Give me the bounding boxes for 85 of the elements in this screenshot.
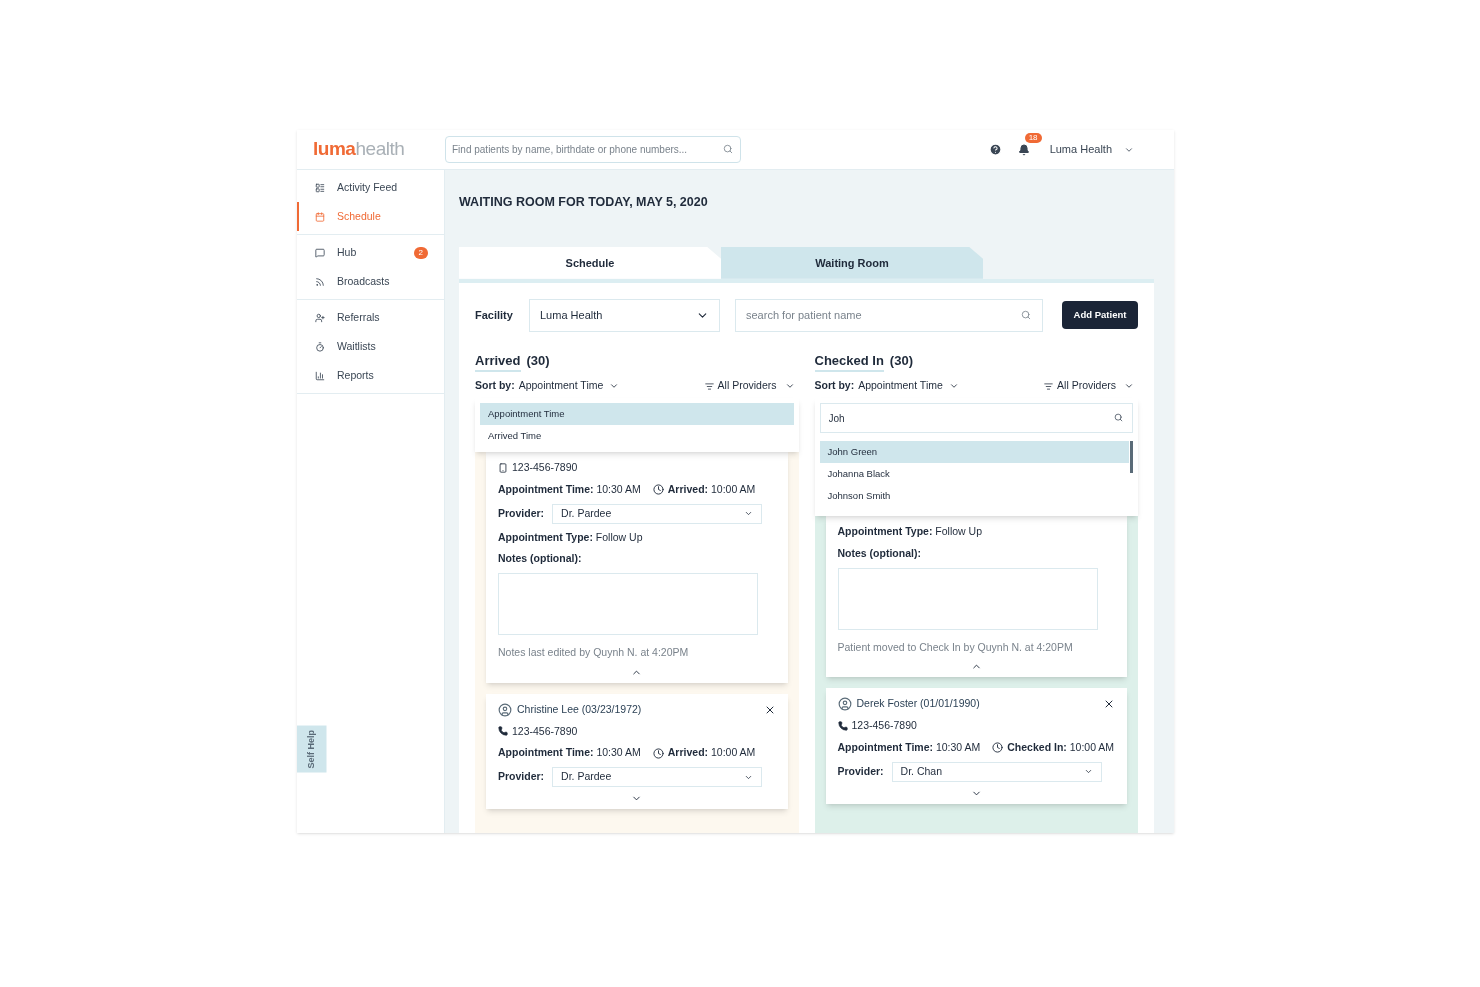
phone-icon xyxy=(498,726,508,737)
phone-number: 123-456-7890 xyxy=(851,718,917,733)
search-icon xyxy=(1114,413,1123,422)
user-icon xyxy=(498,702,512,717)
tab[interactable]: Waiting Room xyxy=(721,246,983,279)
provider-label: Provider: xyxy=(837,763,884,779)
dropdown-option[interactable]: Johnson Smith xyxy=(819,485,1129,507)
sidebar-item[interactable]: Waitlists xyxy=(297,332,444,361)
self-help-tab[interactable]: Self Help xyxy=(297,726,327,773)
clock-icon xyxy=(652,484,664,496)
sort-select[interactable]: Appointment Time xyxy=(518,378,620,394)
page-title: WAITING ROOM FOR TODAY, MAY 5, 2020 xyxy=(459,194,709,211)
field-text: Appointment Type: Follow Up xyxy=(498,529,644,545)
provider-select[interactable]: Dr. Chan xyxy=(891,761,1102,782)
add-patient-button[interactable]: Add Patient xyxy=(1062,301,1138,330)
provider-filter[interactable]: All Providers xyxy=(704,378,799,394)
edit-note: Patient moved to Check In by Quynh N. at 4:20PM xyxy=(837,639,1074,655)
filter-icon xyxy=(1044,381,1054,391)
notification-badge: 18 xyxy=(1024,132,1042,143)
rss-icon xyxy=(315,276,325,287)
sidebar-item[interactable]: Referrals xyxy=(297,303,444,332)
mobile-phone-icon xyxy=(498,462,508,473)
field-text: Appointment Time: 10:30 AM xyxy=(837,739,981,755)
phone-number: 123-456-7890 xyxy=(512,460,578,475)
user-menu[interactable]: Luma Health xyxy=(1049,141,1134,158)
column-count: (30) xyxy=(526,351,550,370)
scrollbar[interactable] xyxy=(1130,441,1133,473)
provider-select[interactable]: Dr. Pardee xyxy=(552,503,763,524)
field-text: Arrived: 10:00 AM xyxy=(652,481,756,498)
provider-label: Provider: xyxy=(498,505,545,521)
tab[interactable]: Schedule xyxy=(459,246,721,279)
column-title: Arrived xyxy=(475,350,521,373)
bell-icon[interactable] xyxy=(1017,143,1030,156)
field-text: Checked In: 10:00 AM xyxy=(992,739,1115,756)
count-badge: 2 xyxy=(413,246,428,259)
clock-icon xyxy=(652,747,664,759)
field-text: Arrived: 10:00 AM xyxy=(652,745,756,761)
patient-name[interactable]: Christine Lee (03/23/1972) xyxy=(517,701,764,718)
calendar-icon xyxy=(315,211,325,222)
notes-label: Notes (optional): xyxy=(498,551,583,567)
edit-note: Notes last edited by Quynh N. at 4:20PM xyxy=(498,645,690,660)
patient-search-field[interactable]: search for patient name xyxy=(735,298,1043,332)
search-icon xyxy=(1021,309,1031,320)
logo: lumahealth xyxy=(312,137,406,162)
name-search-field[interactable]: Joh xyxy=(819,403,1133,433)
field-text: Appointment Time: 10:30 AM xyxy=(498,481,641,497)
sort-label: Sort by: xyxy=(814,378,855,394)
timer-icon xyxy=(315,341,325,352)
sort-label: Sort by: xyxy=(475,378,515,394)
column-count: (30) xyxy=(889,351,913,370)
patient-name[interactable]: Derek Foster (01/01/1990) xyxy=(856,696,1103,712)
phone-number: 123-456-7890 xyxy=(512,723,578,739)
provider-filter[interactable]: All Providers xyxy=(1044,378,1138,394)
field-text: Appointment Time: 10:30 AM xyxy=(498,745,641,761)
dropdown-option[interactable]: Johanna Black xyxy=(819,463,1129,485)
sidebar-item[interactable]: Reports xyxy=(297,361,444,390)
sidebar-item[interactable]: Activity Feed xyxy=(297,173,444,202)
search-icon xyxy=(723,144,733,154)
provider-label: Provider: xyxy=(498,769,545,785)
list-icon xyxy=(315,182,325,193)
clock-icon xyxy=(992,742,1004,754)
search-field[interactable]: Find patients by name, birthdate or phone numbers... xyxy=(445,136,741,163)
sidebar-item[interactable]: Hub 2 xyxy=(297,238,444,267)
facility-label: Facility xyxy=(475,308,514,323)
bar-chart-icon xyxy=(315,370,325,381)
user-icon xyxy=(837,697,852,712)
sort-select[interactable]: Appointment Time xyxy=(858,378,959,394)
dropdown-option[interactable]: John Green xyxy=(819,441,1129,463)
phone-icon xyxy=(837,720,848,731)
chevron-down-icon xyxy=(1083,767,1093,776)
facility-select[interactable]: Luma Health xyxy=(529,298,720,332)
user-plus-icon xyxy=(315,312,325,323)
filter-icon xyxy=(704,381,714,391)
notes-field[interactable] xyxy=(498,573,758,635)
help-icon[interactable] xyxy=(988,143,1002,156)
provider-select[interactable]: Dr. Pardee xyxy=(552,767,763,787)
sidebar-item[interactable]: Broadcasts xyxy=(297,267,444,296)
field-text: Appointment Type: Follow Up xyxy=(837,524,983,539)
chat-icon xyxy=(315,247,325,258)
dropdown-option[interactable]: Appointment Time xyxy=(480,403,794,425)
dropdown-option[interactable]: Arrived Time xyxy=(480,425,794,447)
chevron-down-icon xyxy=(744,509,754,518)
column-title: Checked In xyxy=(814,350,884,373)
notes-field[interactable] xyxy=(837,567,1098,630)
notes-label: Notes (optional): xyxy=(837,545,922,561)
